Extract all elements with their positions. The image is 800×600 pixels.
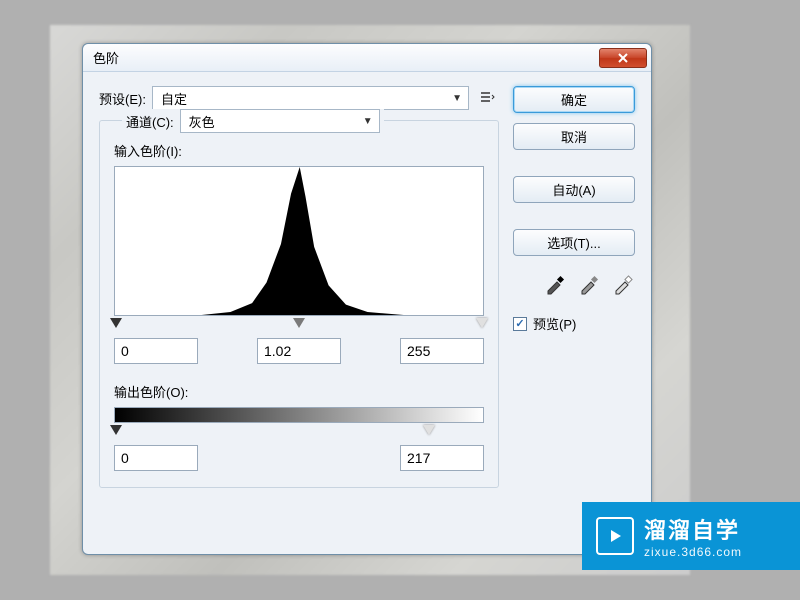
preview-label: 预览(P) — [533, 314, 576, 333]
input-white-slider[interactable] — [476, 318, 488, 328]
close-icon — [617, 53, 629, 63]
channel-select[interactable]: 灰色 ▼ — [180, 109, 380, 133]
input-levels-label: 输入色阶(I): — [114, 141, 484, 160]
gray-point-eyedropper[interactable] — [577, 272, 601, 296]
dialog-title: 色阶 — [93, 48, 599, 67]
black-point-eyedropper[interactable] — [543, 272, 567, 296]
histogram — [114, 166, 484, 316]
eyedropper-row — [513, 272, 635, 296]
left-column: 预设(E): 自定 ▼ — [99, 86, 499, 488]
output-slider-track[interactable] — [114, 427, 484, 441]
preset-value: 自定 — [161, 89, 187, 108]
output-black-field[interactable] — [114, 445, 198, 471]
input-black-field[interactable] — [114, 338, 198, 364]
play-icon — [596, 517, 634, 555]
watermark: 溜溜自学 zixue.3d66.com — [582, 502, 800, 570]
input-values-row — [114, 338, 484, 364]
close-button[interactable] — [599, 48, 647, 68]
input-slider-track[interactable] — [114, 320, 484, 334]
white-point-eyedropper[interactable] — [611, 272, 635, 296]
input-black-slider[interactable] — [110, 318, 122, 328]
output-levels-label: 输出色阶(O): — [114, 382, 484, 401]
menu-icon — [479, 90, 495, 107]
watermark-url: zixue.3d66.com — [644, 545, 742, 559]
options-button[interactable]: 选项(T)... — [513, 229, 635, 256]
preset-label: 预设(E): — [99, 89, 146, 108]
channel-value: 灰色 — [189, 112, 215, 131]
titlebar[interactable]: 色阶 — [83, 44, 651, 72]
right-column: 确定 取消 自动(A) 选项(T)... ✓ 预览(P) — [513, 86, 635, 488]
preset-select[interactable]: 自定 ▼ — [152, 86, 469, 110]
preset-menu-button[interactable] — [475, 86, 499, 110]
preview-checkbox[interactable]: ✓ — [513, 317, 527, 331]
output-white-slider[interactable] — [423, 425, 435, 435]
chevron-down-icon: ▼ — [363, 116, 373, 127]
output-values-row — [114, 445, 484, 471]
output-white-field[interactable] — [400, 445, 484, 471]
levels-dialog: 色阶 预设(E): 自定 ▼ — [82, 43, 652, 555]
channel-row: 通道(C): 灰色 ▼ — [122, 109, 384, 133]
watermark-title: 溜溜自学 — [644, 513, 742, 545]
output-gradient — [114, 407, 484, 423]
ok-button[interactable]: 确定 — [513, 86, 635, 113]
chevron-down-icon: ▼ — [452, 93, 462, 104]
channel-label: 通道(C): — [126, 112, 174, 131]
dialog-body: 预设(E): 自定 ▼ — [83, 72, 651, 502]
cancel-button[interactable]: 取消 — [513, 123, 635, 150]
output-black-slider[interactable] — [110, 425, 122, 435]
preset-row: 预设(E): 自定 ▼ — [99, 86, 499, 110]
input-white-field[interactable] — [400, 338, 484, 364]
input-gamma-slider[interactable] — [293, 318, 305, 328]
preview-row: ✓ 预览(P) — [513, 314, 635, 333]
auto-button[interactable]: 自动(A) — [513, 176, 635, 203]
input-gamma-field[interactable] — [257, 338, 341, 364]
levels-panel: 通道(C): 灰色 ▼ 输入色阶(I): — [99, 120, 499, 488]
